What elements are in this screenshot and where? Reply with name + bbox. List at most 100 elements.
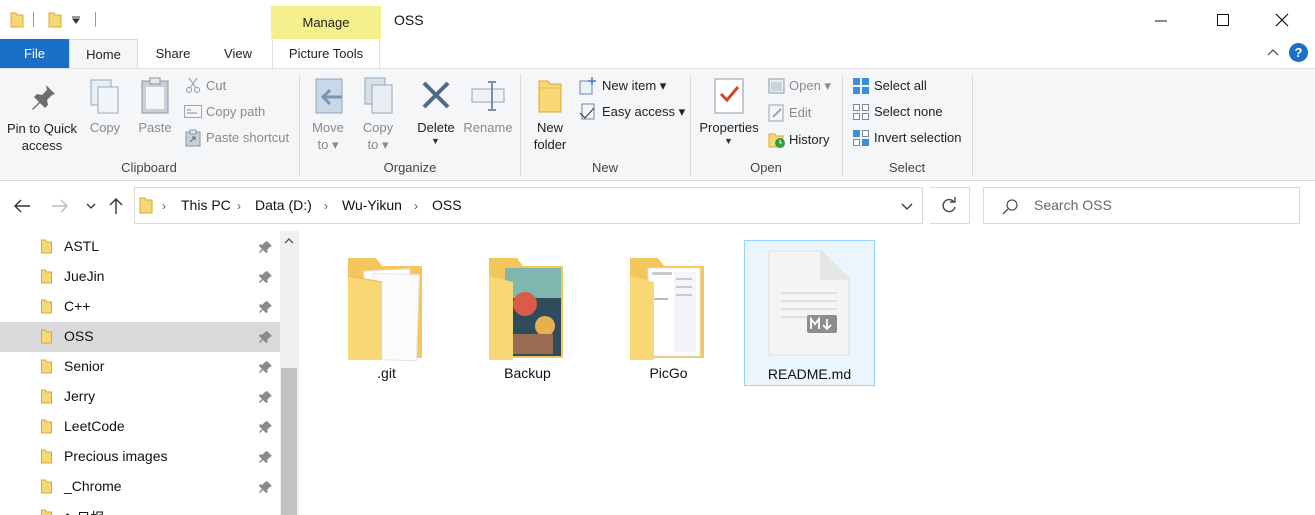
nav-item[interactable]: C++: [0, 292, 280, 322]
quick-access-toolbar: [6, 10, 96, 30]
tab-view[interactable]: View: [206, 39, 270, 68]
tab-file[interactable]: File: [0, 39, 69, 68]
file-tile-picgo[interactable]: PicGo: [603, 240, 734, 386]
pin-icon[interactable]: [259, 330, 273, 344]
open-button[interactable]: Open ▾: [767, 76, 843, 96]
markdown-file-icon: [768, 250, 850, 356]
nav-item-label: _Chrome: [64, 478, 122, 494]
close-icon[interactable]: [1272, 12, 1292, 28]
pin-icon[interactable]: [259, 270, 273, 284]
manage-tab[interactable]: Manage: [271, 6, 381, 39]
scissors-icon: [186, 77, 200, 93]
select-none-button[interactable]: Select none: [851, 102, 971, 122]
nav-item[interactable]: _Chrome: [0, 472, 280, 502]
pin-icon[interactable]: [259, 240, 273, 254]
folder-icon: [347, 258, 422, 362]
address-dropdown-icon[interactable]: [900, 200, 914, 212]
folder-icon: [41, 419, 52, 434]
nav-item[interactable]: OSS: [0, 322, 280, 352]
select-all-icon: [853, 78, 869, 94]
pin-icon[interactable]: [259, 480, 273, 494]
move-to-button[interactable]: Move to ▾: [306, 76, 350, 156]
folder-icon[interactable]: [10, 11, 24, 28]
back-arrow-icon[interactable]: [12, 197, 32, 215]
refresh-icon: [942, 197, 956, 213]
easy-access-button[interactable]: Easy access ▾: [578, 102, 688, 122]
nav-scrollbar[interactable]: [280, 231, 298, 515]
nav-item[interactable]: Precious images: [0, 442, 280, 472]
minimize-icon[interactable]: [1150, 14, 1172, 28]
folder-icon: [41, 269, 52, 284]
nav-item-label: 1-日报: [64, 508, 104, 515]
pin-icon[interactable]: [259, 360, 273, 374]
search-box[interactable]: Search OSS: [983, 187, 1300, 224]
tab-share[interactable]: Share: [140, 39, 206, 68]
file-name: Backup: [504, 365, 551, 381]
delete-button[interactable]: Delete ▼: [412, 76, 460, 156]
open-icon: [768, 78, 785, 94]
pin-icon[interactable]: [259, 450, 273, 464]
pin-icon[interactable]: [259, 390, 273, 404]
paste-shortcut-button[interactable]: Paste shortcut: [184, 128, 294, 148]
nav-item[interactable]: LeetCode: [0, 412, 280, 442]
properties-button[interactable]: Properties ▼: [694, 76, 764, 156]
folder-icon: [41, 359, 52, 374]
pin-icon[interactable]: [259, 420, 273, 434]
breadcrumb-item[interactable]: Wu-Yikun: [342, 197, 402, 213]
customize-toolbar-icon[interactable]: [72, 16, 80, 24]
folder-icon: [41, 509, 52, 515]
nav-item[interactable]: ASTL: [0, 232, 280, 262]
invert-selection-button[interactable]: Invert selection: [851, 128, 971, 148]
recent-locations-icon[interactable]: [84, 200, 98, 212]
folder-icon[interactable]: [48, 11, 62, 28]
maximize-icon[interactable]: [1213, 12, 1233, 28]
history-icon: [768, 133, 785, 148]
nav-item[interactable]: Jerry: [0, 382, 280, 412]
tab-picture-tools[interactable]: Picture Tools: [272, 39, 380, 68]
breadcrumb-item[interactable]: This PC: [181, 197, 231, 213]
move-to-icon: [315, 78, 343, 114]
collapse-ribbon-icon[interactable]: [1266, 47, 1280, 57]
up-arrow-icon[interactable]: [107, 196, 125, 216]
search-icon: [1002, 199, 1018, 215]
help-icon[interactable]: ?: [1289, 43, 1308, 62]
copy-button[interactable]: Copy: [84, 76, 126, 136]
tab-home[interactable]: Home: [69, 39, 138, 69]
cut-button[interactable]: Cut: [184, 76, 294, 96]
file-tile-readme[interactable]: README.md: [744, 240, 875, 386]
rename-button[interactable]: Rename: [462, 76, 514, 136]
file-tile-backup[interactable]: Backup: [462, 240, 593, 386]
new-item-button[interactable]: New item ▾: [578, 76, 678, 96]
address-bar[interactable]: [134, 187, 923, 224]
pin-to-quick-access-button[interactable]: Pin to Quick access: [4, 76, 80, 156]
paste-button[interactable]: Paste: [134, 76, 176, 136]
nav-item-label: ASTL: [64, 238, 100, 254]
copy-path-button[interactable]: Copy path: [184, 102, 294, 122]
rename-icon: [471, 81, 505, 111]
breadcrumb-item[interactable]: Data (D:): [255, 197, 312, 213]
new-group-label: New: [591, 160, 618, 175]
history-button[interactable]: History: [767, 130, 843, 150]
nav-item[interactable]: 1-日报: [0, 502, 280, 515]
copy-to-button[interactable]: Copy to ▾: [356, 76, 400, 156]
clipboard-group-label: Clipboard: [121, 160, 177, 175]
scroll-up-icon[interactable]: [283, 236, 295, 246]
scrollbar-thumb[interactable]: [281, 368, 297, 515]
forward-arrow-icon[interactable]: [50, 197, 70, 215]
file-tile-git[interactable]: .git: [321, 240, 452, 386]
edit-button[interactable]: Edit: [767, 103, 843, 123]
breadcrumb-separator: ›: [237, 199, 241, 213]
breadcrumb-separator: ›: [324, 199, 328, 213]
nav-item-label: Jerry: [64, 388, 96, 404]
organize-group-label: Organize: [383, 160, 437, 175]
select-all-button[interactable]: Select all: [851, 76, 971, 96]
search-placeholder: Search OSS: [1034, 197, 1112, 213]
nav-item[interactable]: JueJin: [0, 262, 280, 292]
new-folder-button[interactable]: New folder: [528, 76, 572, 156]
pin-icon: [32, 85, 55, 110]
breadcrumb-item[interactable]: OSS: [432, 197, 462, 213]
refresh-button[interactable]: [930, 187, 970, 224]
file-name: README.md: [767, 366, 852, 382]
pin-icon[interactable]: [259, 300, 273, 314]
nav-item[interactable]: Senior: [0, 352, 280, 382]
